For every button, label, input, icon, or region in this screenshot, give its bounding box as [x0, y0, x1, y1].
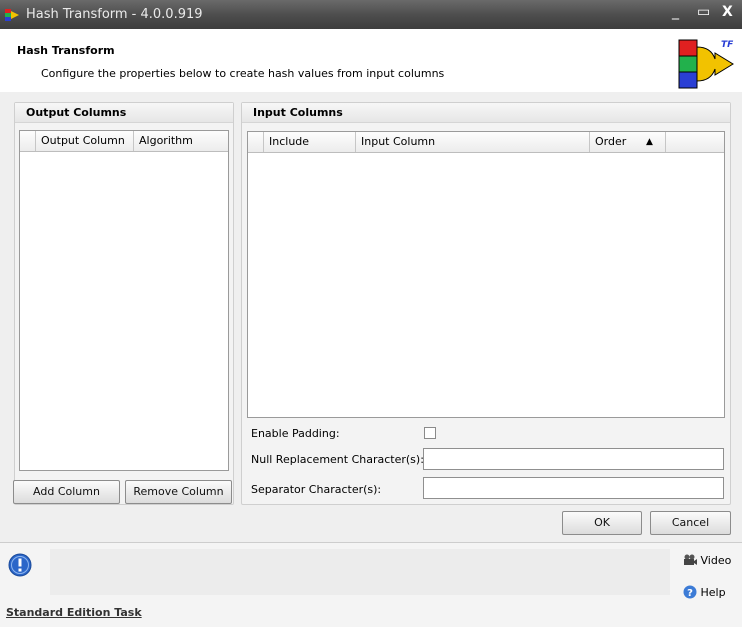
- message-area: [50, 549, 670, 595]
- close-button[interactable]: X: [722, 4, 733, 20]
- header-description: Configure the properties below to create…: [41, 67, 445, 80]
- input-columns-grid[interactable]: Include Input Column Order ▲: [247, 131, 725, 418]
- algorithm-header[interactable]: Algorithm: [134, 131, 228, 151]
- header-title: Hash Transform: [17, 44, 115, 57]
- output-columns-panel: Output Columns Output Column Algorithm: [14, 102, 234, 505]
- sort-ascending-icon: ▲: [646, 137, 653, 147]
- add-column-button[interactable]: Add Column: [13, 480, 120, 504]
- help-link[interactable]: ? Help: [683, 585, 726, 599]
- row-selector-header: [248, 132, 264, 152]
- output-column-header[interactable]: Output Column: [36, 131, 134, 151]
- order-header-label: Order: [595, 135, 627, 148]
- remove-column-button[interactable]: Remove Column: [125, 480, 232, 504]
- dialog-header: Hash Transform Configure the properties …: [0, 29, 742, 93]
- row-selector-header: [20, 131, 36, 151]
- footer: Video ? Help Standard Edition Task: [0, 542, 742, 627]
- input-grid-header: Include Input Column Order ▲: [248, 132, 724, 153]
- help-label: Help: [700, 586, 726, 599]
- enable-padding-label: Enable Padding:: [251, 427, 340, 440]
- order-header[interactable]: Order ▲: [590, 132, 666, 152]
- include-header[interactable]: Include: [264, 132, 356, 152]
- null-replacement-input[interactable]: [423, 448, 724, 470]
- ok-button[interactable]: OK: [562, 511, 642, 535]
- input-columns-title: Input Columns: [242, 103, 730, 123]
- video-link[interactable]: Video: [683, 554, 731, 567]
- output-columns-grid[interactable]: Output Column Algorithm: [19, 130, 229, 471]
- output-grid-header: Output Column Algorithm: [20, 131, 228, 152]
- window-title: Hash Transform - 4.0.0.919: [26, 7, 203, 22]
- input-column-header[interactable]: Input Column: [356, 132, 590, 152]
- svg-text:?: ?: [687, 588, 693, 599]
- help-icon: ?: [683, 585, 697, 599]
- maximize-button[interactable]: ▭: [697, 4, 710, 20]
- separator-input[interactable]: [423, 477, 724, 499]
- output-columns-title: Output Columns: [15, 103, 233, 123]
- main-content: Output Columns Output Column Algorithm A…: [0, 92, 742, 542]
- input-columns-panel: Input Columns Include Input Column Order…: [241, 102, 731, 505]
- minimize-button[interactable]: _: [672, 4, 679, 20]
- separator-label: Separator Character(s):: [251, 483, 382, 496]
- app-icon: [5, 8, 19, 21]
- video-camera-icon: [684, 554, 697, 565]
- null-replacement-label: Null Replacement Character(s):: [251, 453, 424, 466]
- title-bar[interactable]: Hash Transform - 4.0.0.919 _ ▭ X: [0, 0, 742, 29]
- logo-text: TF: [721, 40, 734, 50]
- task-factory-logo-icon: TF: [678, 39, 734, 89]
- cancel-button[interactable]: Cancel: [650, 511, 731, 535]
- standard-edition-task-link[interactable]: Standard Edition Task: [6, 606, 142, 619]
- info-icon: [8, 553, 32, 577]
- video-label: Video: [700, 554, 732, 567]
- enable-padding-checkbox[interactable]: [424, 427, 436, 439]
